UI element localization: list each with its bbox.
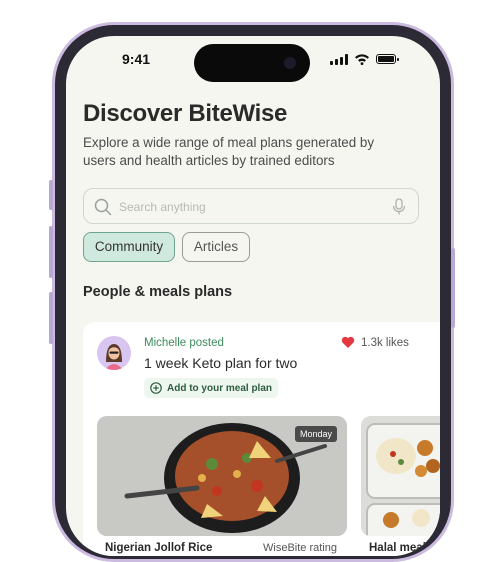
tab-articles[interactable]: Articles xyxy=(182,232,250,262)
avatar xyxy=(97,336,131,370)
meal-rating-label: WiseBite rating xyxy=(263,542,337,554)
microphone-icon[interactable] xyxy=(392,198,406,216)
meal-image-jollof-rice[interactable]: Monday xyxy=(97,416,347,536)
likes-count[interactable]: 1.3k likes xyxy=(341,336,409,349)
meal-plan-post-card[interactable]: Michelle posted 1 week Keto plan for two… xyxy=(83,322,440,556)
add-to-meal-plan-button[interactable]: Add to your meal plan xyxy=(144,378,279,398)
meal-image-halal[interactable] xyxy=(361,416,440,536)
page-subtitle: Explore a wide range of meal plans gener… xyxy=(83,135,375,168)
plus-circle-icon xyxy=(150,382,162,394)
battery-icon xyxy=(376,54,399,64)
phone-screen: 9:41 Discover BiteWise Explore a wide ra… xyxy=(66,36,440,556)
status-time: 9:41 xyxy=(122,51,151,67)
day-badge: Monday xyxy=(294,426,337,442)
phone-side-button xyxy=(49,292,53,344)
phone-power-button xyxy=(451,248,455,328)
search-icon xyxy=(94,198,112,216)
meal-name[interactable]: Nigerian Jollof Rice xyxy=(105,542,212,554)
search-bar[interactable]: Search anything xyxy=(83,188,419,224)
food-photo xyxy=(361,416,440,536)
section-title: People & meals plans xyxy=(83,284,233,300)
add-to-meal-plan-label: Add to your meal plan xyxy=(167,382,273,394)
phone-side-button xyxy=(49,180,53,210)
post-author[interactable]: Michelle posted xyxy=(144,337,224,349)
meal-name[interactable]: Halal meal c xyxy=(369,542,435,554)
signal-icon xyxy=(330,53,348,65)
wifi-icon xyxy=(355,54,369,65)
likes-label: 1.3k likes xyxy=(361,336,409,349)
phone-side-button xyxy=(49,226,53,278)
tab-community[interactable]: Community xyxy=(83,232,175,262)
page-title: Discover BiteWise xyxy=(83,100,288,127)
camera-icon xyxy=(284,57,296,69)
plan-title[interactable]: 1 week Keto plan for two xyxy=(144,355,297,371)
dynamic-island xyxy=(194,44,310,82)
search-input[interactable]: Search anything xyxy=(119,200,206,214)
status-icons xyxy=(330,53,399,65)
heart-icon[interactable] xyxy=(341,336,355,349)
